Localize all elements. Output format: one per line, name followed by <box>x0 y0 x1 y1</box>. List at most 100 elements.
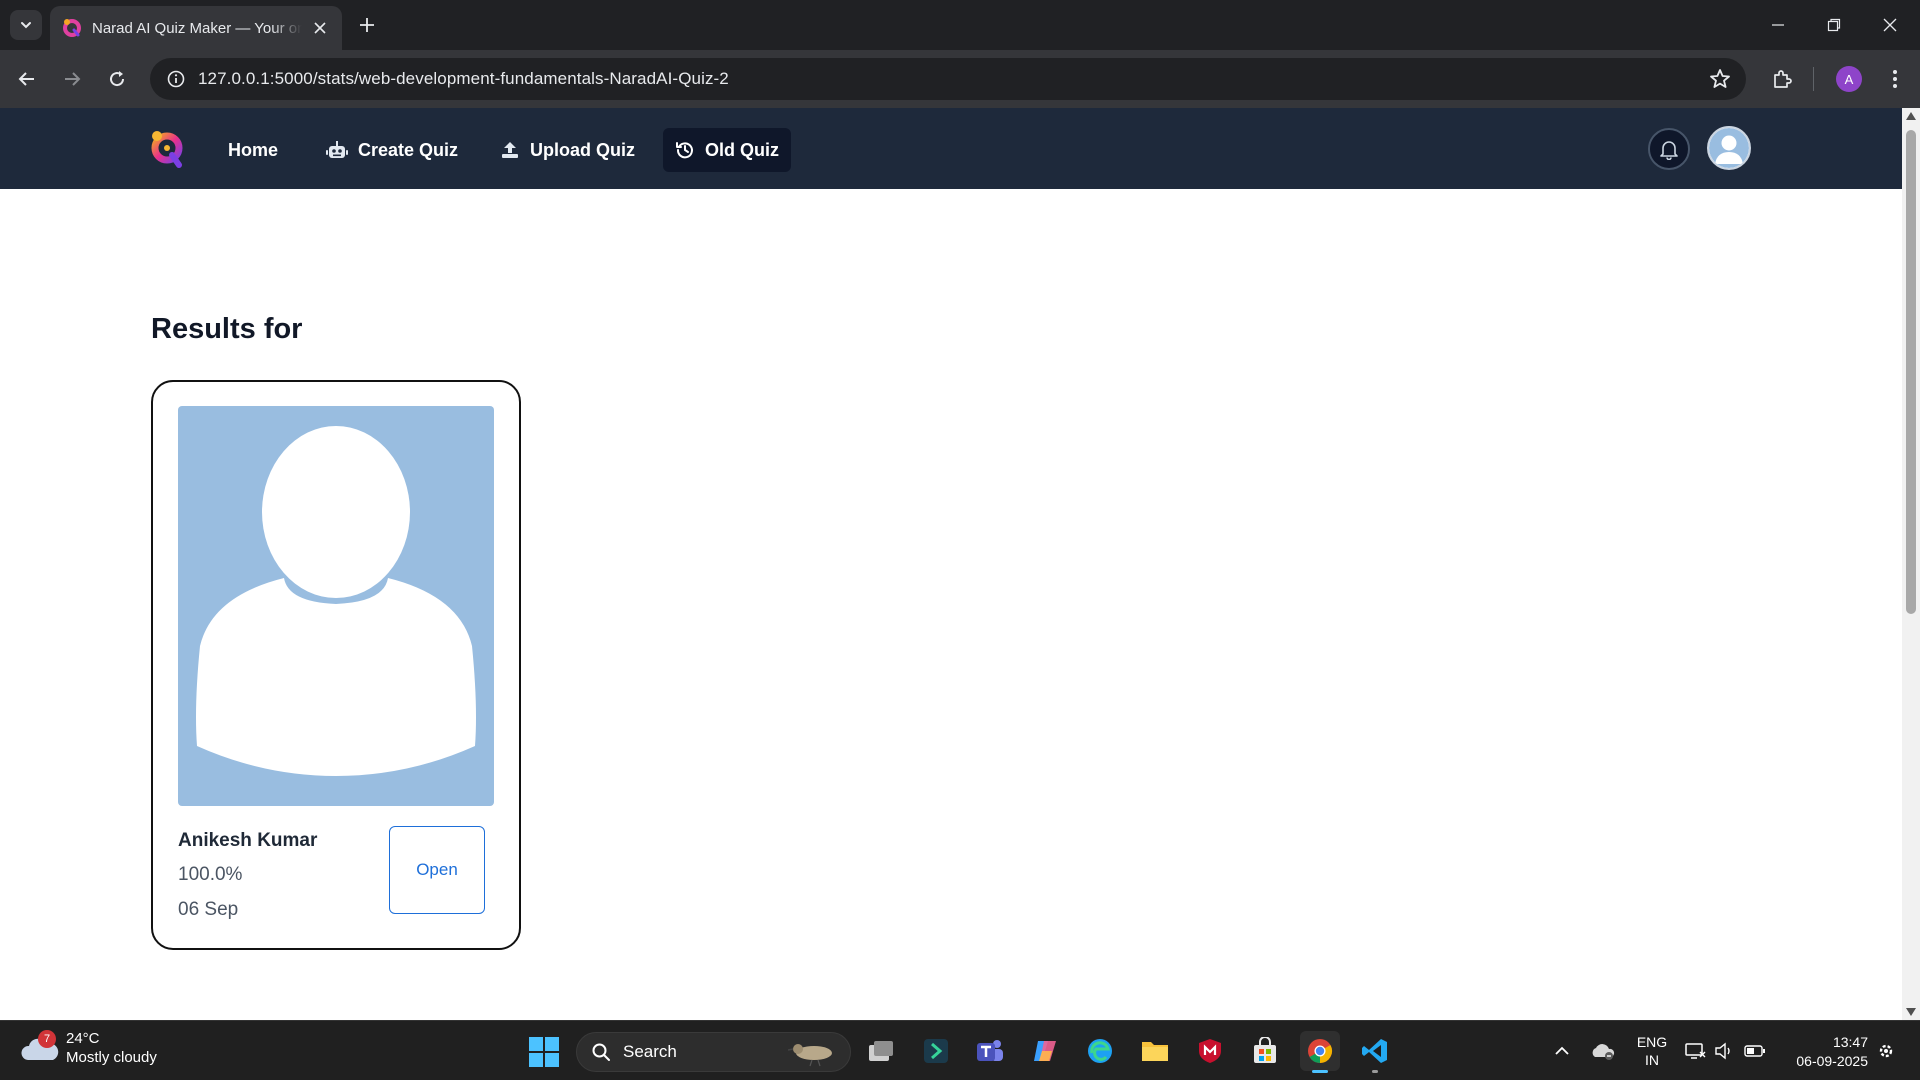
user-avatar-button[interactable] <box>1707 126 1751 170</box>
plus-icon <box>360 18 374 32</box>
minimize-icon <box>1772 24 1784 26</box>
nav-old-quiz[interactable]: Old Quiz <box>663 128 791 172</box>
nav-create-quiz[interactable]: Create Quiz <box>314 128 470 172</box>
taskbar-search[interactable]: Search <box>576 1032 851 1072</box>
address-bar[interactable]: 127.0.0.1:5000/stats/web-development-fun… <box>150 58 1746 100</box>
volume-tray-button[interactable] <box>1712 1021 1736 1080</box>
input-language-indicator[interactable]: ENG IN <box>1632 1033 1672 1069</box>
notification-center-button[interactable] <box>1874 1021 1898 1080</box>
cloud-icon: 7 <box>20 1030 60 1066</box>
taskbar-search-label: Search <box>623 1042 677 1061</box>
copilot-app-button[interactable] <box>1025 1031 1065 1071</box>
minimize-button[interactable] <box>1750 0 1806 50</box>
user-icon <box>1709 128 1749 168</box>
clock-time: 13:47 <box>1832 1034 1868 1050</box>
result-score: 100.0% <box>178 864 243 885</box>
browser-profile-avatar[interactable]: A <box>1836 66 1862 92</box>
browser-menu-icon[interactable] <box>1880 64 1910 94</box>
nav-home[interactable]: Home <box>216 128 290 172</box>
edge-icon <box>1088 1039 1112 1063</box>
battery-tray-button[interactable] <box>1742 1021 1768 1080</box>
mcafee-app-button[interactable] <box>1190 1031 1230 1071</box>
weather-condition: Mostly cloudy <box>66 1049 157 1066</box>
folder-icon <box>1142 1042 1168 1061</box>
result-user-name: Anikesh Kumar <box>178 830 318 851</box>
vscode-running-indicator <box>1372 1070 1378 1073</box>
user-avatar-image <box>178 406 494 806</box>
close-icon <box>1883 18 1897 32</box>
toolbar-divider <box>1813 67 1814 91</box>
site-info-icon[interactable] <box>154 58 198 100</box>
reload-icon <box>110 71 125 87</box>
onedrive-tray-button[interactable] <box>1588 1021 1618 1080</box>
results-heading: Results for <box>151 313 303 345</box>
nav-old-quiz-label: Old Quiz <box>705 139 779 160</box>
mcafee-shield-icon <box>1199 1039 1221 1063</box>
open-result-button[interactable]: Open <box>389 826 485 914</box>
chrome-app-button[interactable] <box>1300 1031 1340 1073</box>
new-tab-button[interactable] <box>352 10 382 40</box>
nav-home-label: Home <box>228 139 279 160</box>
battery-icon <box>1744 1045 1765 1057</box>
chrome-running-indicator <box>1312 1070 1328 1073</box>
nav-upload-quiz[interactable]: Upload Quiz <box>488 128 647 172</box>
taskbar-clock[interactable]: 13:47 06-09-2025 <box>1776 1033 1868 1071</box>
tab-search-button[interactable] <box>10 10 42 40</box>
network-icon <box>1685 1043 1706 1059</box>
close-window-button[interactable] <box>1862 0 1918 50</box>
edge-app-button[interactable] <box>1080 1031 1120 1071</box>
teams-app-button[interactable] <box>970 1031 1010 1071</box>
scroll-thumb[interactable] <box>1906 130 1916 614</box>
web-page: Home Create Quiz Upload Quiz Old Quiz Re… <box>0 108 1902 1020</box>
arrow-left-icon <box>18 72 34 86</box>
vscode-icon <box>1362 1039 1387 1063</box>
file-explorer-button[interactable] <box>1135 1031 1175 1071</box>
tray-overflow-button[interactable] <box>1550 1021 1574 1080</box>
chrome-icon <box>1308 1039 1333 1063</box>
task-view-icon <box>869 1041 893 1061</box>
bookmark-star-icon[interactable] <box>1708 67 1732 91</box>
lang-primary: ENG <box>1636 1034 1668 1050</box>
weather-widget[interactable]: 7 24°C Mostly cloudy <box>20 1029 157 1067</box>
scroll-up-arrow-icon[interactable] <box>1906 112 1916 120</box>
close-tab-icon[interactable] <box>310 18 330 38</box>
restore-icon <box>1827 18 1841 32</box>
bird-icon <box>788 1044 832 1067</box>
extensions-icon[interactable] <box>1767 64 1797 94</box>
tab-title: Narad AI Quiz Maker — Your one-stop AI q… <box>92 19 302 37</box>
robot-icon <box>326 141 348 158</box>
nav-create-quiz-label: Create Quiz <box>358 139 459 160</box>
forward-button[interactable] <box>55 62 89 96</box>
teams-icon <box>977 1040 1003 1061</box>
speaker-icon <box>1715 1042 1730 1060</box>
browser-tab-active[interactable]: Narad AI Quiz Maker — Your one-stop AI q… <box>50 6 342 50</box>
task-view-button[interactable] <box>861 1031 901 1071</box>
reload-button[interactable] <box>100 62 134 96</box>
scroll-down-arrow-icon[interactable] <box>1906 1008 1916 1016</box>
upload-icon <box>502 142 518 158</box>
windows-taskbar: 7 24°C Mostly cloudy Search ENG IN 13:47… <box>0 1020 1920 1080</box>
restore-button[interactable] <box>1806 0 1862 50</box>
bell-icon <box>1660 141 1678 160</box>
nav-upload-quiz-label: Upload Quiz <box>530 139 635 160</box>
url-text[interactable]: 127.0.0.1:5000/stats/web-development-fun… <box>198 69 729 89</box>
copilot-icon <box>1034 1041 1056 1061</box>
back-button[interactable] <box>10 62 44 96</box>
chevron-down-icon <box>21 22 31 29</box>
store-app-button[interactable] <box>1245 1031 1285 1071</box>
person-placeholder-icon <box>196 426 476 776</box>
notification-gear-icon <box>1879 1044 1893 1058</box>
store-icon <box>1254 1037 1276 1063</box>
taskbar-app-green[interactable] <box>916 1031 956 1071</box>
network-tray-button[interactable] <box>1684 1021 1708 1080</box>
chevron-up-icon <box>1555 1046 1569 1055</box>
page-scrollbar[interactable] <box>1902 108 1920 1020</box>
windows-start-icon[interactable] <box>528 1036 560 1068</box>
narad-logo-icon[interactable] <box>148 128 186 170</box>
lang-region: IN <box>1645 1052 1659 1068</box>
notifications-button[interactable] <box>1648 128 1690 170</box>
app-green-icon <box>924 1039 948 1063</box>
vscode-app-button[interactable] <box>1355 1031 1395 1073</box>
browser-toolbar: 127.0.0.1:5000/stats/web-development-fun… <box>0 50 1920 108</box>
weather-temperature: 24°C <box>66 1030 100 1047</box>
